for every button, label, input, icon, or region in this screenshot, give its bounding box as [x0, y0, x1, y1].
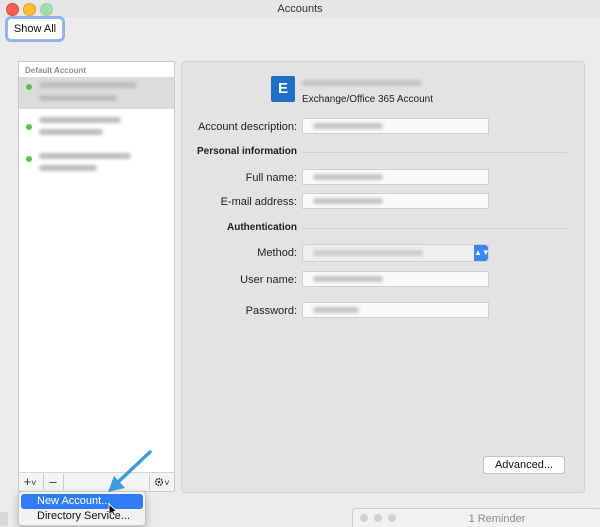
- field-value-redacted: [313, 174, 383, 180]
- method-select[interactable]: ▲▼: [302, 244, 490, 262]
- chevron-down-icon: ˅: [164, 478, 170, 488]
- email-address-label: E-mail address:: [220, 196, 297, 208]
- account-email-redacted: [39, 129, 103, 135]
- annotation-arrow-icon: [108, 450, 152, 492]
- account-status-icon: [26, 156, 32, 162]
- full-name-field[interactable]: [302, 169, 489, 185]
- reminder-window[interactable]: 1 Reminder: [352, 508, 600, 527]
- background-window-edge: [0, 512, 8, 526]
- toolbar-divider: [63, 474, 64, 490]
- field-value-redacted: [313, 123, 383, 129]
- account-type-label: Exchange/Office 365 Account: [302, 94, 434, 105]
- user-name-field[interactable]: [302, 271, 489, 287]
- sidebar-header: Default Account: [25, 66, 87, 75]
- show-all-button[interactable]: Show All: [7, 18, 63, 40]
- account-list: Default Account: [18, 61, 175, 473]
- field-value-redacted: [313, 276, 383, 282]
- remove-account-button[interactable]: –: [44, 473, 62, 491]
- section-divider: [302, 228, 567, 229]
- account-description-label: Account description:: [197, 121, 297, 133]
- user-name-label: User name:: [240, 274, 297, 286]
- field-value-redacted: [313, 307, 359, 313]
- menu-item-directory-service[interactable]: Directory Service...: [21, 509, 143, 524]
- account-list-item[interactable]: [19, 77, 174, 109]
- account-list-item[interactable]: [19, 112, 174, 142]
- account-status-icon: [26, 124, 32, 130]
- account-status-icon: [26, 84, 32, 90]
- reminder-window-title: 1 Reminder: [468, 513, 526, 525]
- account-name-redacted: [39, 117, 121, 123]
- password-label: Password:: [245, 305, 297, 317]
- account-email-redacted: [39, 95, 117, 101]
- exchange-icon: E: [271, 76, 295, 102]
- section-divider: [302, 152, 567, 153]
- personal-information-heading: Personal information: [196, 146, 297, 157]
- account-email-redacted: [39, 165, 97, 171]
- method-label: Method:: [257, 247, 297, 259]
- chevron-down-icon: ˅: [31, 478, 37, 488]
- account-description-field[interactable]: [302, 118, 489, 134]
- account-title-redacted: [302, 80, 422, 86]
- full-name-label: Full name:: [245, 172, 297, 184]
- window-title: Accounts: [277, 3, 323, 15]
- mouse-cursor-icon: [108, 503, 118, 517]
- authentication-heading: Authentication: [227, 222, 297, 233]
- account-name-redacted: [39, 153, 131, 159]
- add-account-button[interactable]: +˅: [19, 473, 41, 491]
- window-title-bar: Accounts: [0, 0, 600, 18]
- account-list-item[interactable]: [19, 148, 174, 178]
- account-name-redacted: [39, 82, 137, 88]
- select-value-redacted: [313, 250, 423, 256]
- account-detail-panel: E Exchange/Office 365 Account Account de…: [181, 61, 585, 493]
- minus-icon: –: [49, 474, 57, 489]
- email-address-field[interactable]: [302, 193, 489, 209]
- password-field[interactable]: [302, 302, 489, 318]
- advanced-button[interactable]: Advanced...: [483, 456, 565, 474]
- field-value-redacted: [313, 198, 383, 204]
- select-arrows-icon: ▲▼: [474, 245, 490, 261]
